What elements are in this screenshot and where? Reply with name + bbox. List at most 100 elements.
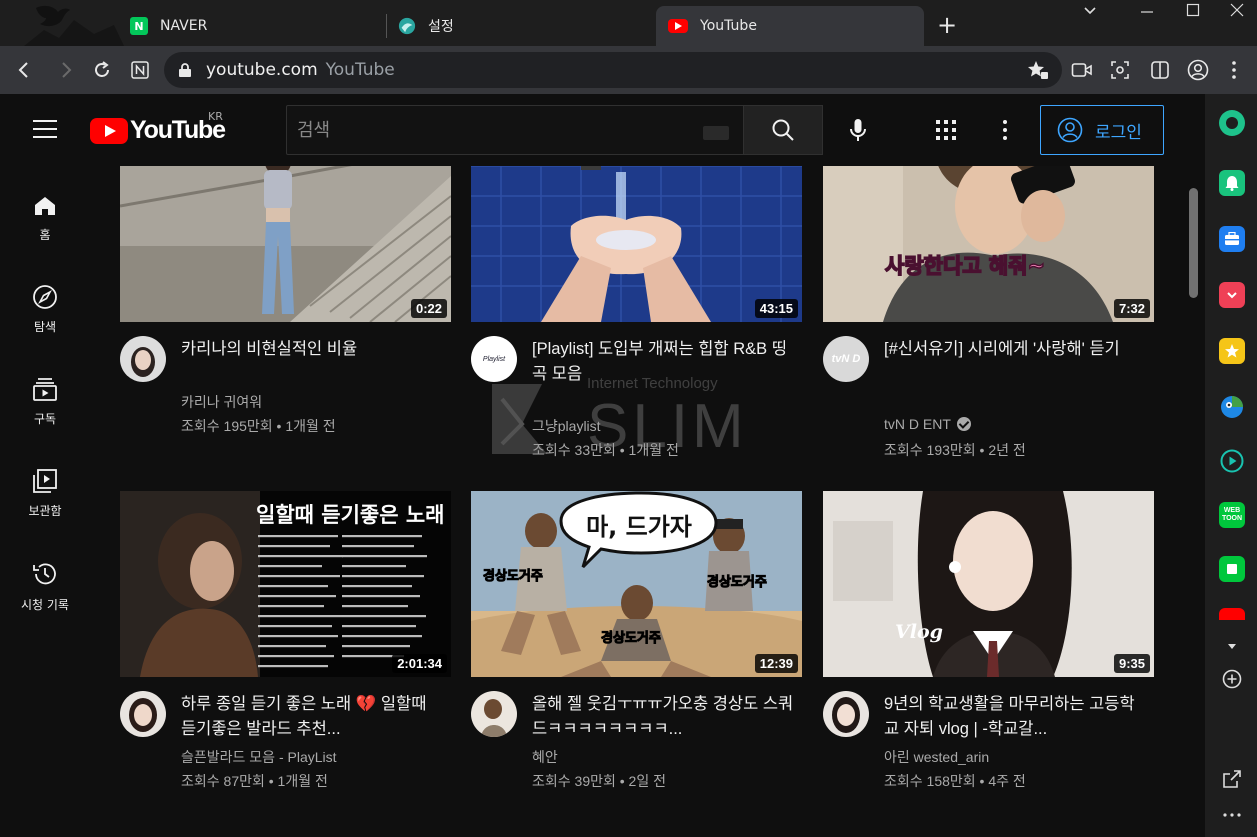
- menu-icon[interactable]: [33, 120, 57, 140]
- tab-settings[interactable]: 설정: [398, 6, 638, 46]
- tab-separator: [386, 14, 387, 38]
- channel-avatar[interactable]: [120, 336, 166, 382]
- video-title[interactable]: 9년의 학교생활을 마무리하는 고등학교 자퇴 vlog | -학교갈...: [884, 692, 1146, 742]
- video-thumbnail[interactable]: 마, 드가자 경상도거주 경상도거주 경상도거주 12:39: [471, 491, 802, 677]
- webtoon-icon[interactable]: WEB TOON: [1219, 502, 1245, 528]
- lock-icon: [179, 63, 191, 77]
- channel-name[interactable]: 그냥playlist: [532, 416, 601, 436]
- video-duration: 0:22: [410, 299, 447, 318]
- browser-tab-bar: N NAVER 설정 YouTube +: [0, 0, 1257, 46]
- side-panel-more-icon[interactable]: [1219, 802, 1245, 828]
- compass-icon: [33, 285, 57, 309]
- briefcase-icon[interactable]: [1219, 226, 1245, 252]
- bookmark-star-icon[interactable]: [1026, 58, 1050, 82]
- green-dot-icon[interactable]: [1219, 110, 1245, 136]
- screen-capture-icon[interactable]: [1108, 58, 1132, 82]
- country-code: KR: [208, 110, 223, 123]
- video-title[interactable]: 카리나의 비현실적인 비율: [181, 337, 443, 362]
- search-box: [286, 105, 744, 155]
- notification-bell-icon[interactable]: [1219, 170, 1245, 196]
- channel-name[interactable]: 슬픈발라드 모음 - PlayList: [181, 747, 337, 767]
- channel-avatar[interactable]: [471, 691, 517, 737]
- tab-label: YouTube: [700, 18, 757, 34]
- side-panel-icon[interactable]: [1148, 58, 1172, 82]
- avatar-text: tvN D: [831, 353, 861, 365]
- tab-youtube[interactable]: YouTube: [656, 6, 924, 46]
- tab-search-chevron-icon[interactable]: [1075, 2, 1105, 21]
- browser-menu-icon[interactable]: [1222, 58, 1246, 82]
- youtube-shortcut-icon[interactable]: [1219, 608, 1245, 620]
- new-tab-button[interactable]: +: [934, 12, 960, 38]
- tab-naver[interactable]: N NAVER: [130, 6, 360, 46]
- search-input[interactable]: [297, 119, 697, 141]
- video-title[interactable]: 하루 종일 듣기 좋은 노래 💔 일할때 듣기좋은 발라드 추천...: [181, 692, 443, 742]
- profile-icon[interactable]: [1186, 58, 1210, 82]
- sidebar-item-library[interactable]: 보관함: [0, 468, 90, 519]
- video-title[interactable]: [#신서유기] 시리에게 '사랑해' 듣기: [884, 337, 1146, 362]
- youtube-logo[interactable]: YouTube KR: [90, 110, 226, 145]
- keyboard-icon[interactable]: [703, 126, 729, 140]
- back-button[interactable]: [12, 58, 36, 82]
- papago-icon[interactable]: [1219, 394, 1245, 420]
- mini-guide: 홈 탐색 구독 보관함 시청 기록: [0, 166, 90, 837]
- thumbnail-image: [823, 491, 1154, 677]
- thumbnail-caption: 일할때 듣기좋은 노래: [256, 503, 445, 527]
- url-page-title: YouTube: [325, 60, 395, 80]
- video-thumbnail[interactable]: Vlog 9:35: [823, 491, 1154, 677]
- tab-label: NAVER: [160, 18, 208, 34]
- video-title[interactable]: [Playlist] 도입부 개쩌는 힙합 R&B 띵곡 모음: [532, 337, 794, 387]
- chevron-down-icon[interactable]: [1219, 634, 1245, 660]
- apps-grid-icon[interactable]: [934, 118, 958, 142]
- page-scrollbar[interactable]: [1183, 94, 1205, 837]
- naver-icon: N: [130, 17, 148, 35]
- video-meta: 조회수 195만회 • 1개월 전: [181, 418, 336, 434]
- video-title[interactable]: 올해 젤 웃김ㅜㅠㅠ가오충 경상도 스쿼드ㅋㅋㅋㅋㅋㅋㅋㅋ...: [532, 692, 794, 742]
- thumbnail-subcaption: 경상도거주: [707, 575, 768, 591]
- sidebar-item-history[interactable]: 시청 기록: [0, 560, 90, 613]
- scrollbar-thumb[interactable]: [1189, 188, 1198, 298]
- pocket-icon[interactable]: [1219, 282, 1245, 308]
- channel-name[interactable]: 아린 wested_arin: [884, 747, 989, 767]
- voice-search-icon[interactable]: [846, 118, 870, 142]
- sidebar-item-explore[interactable]: 탐색: [0, 284, 90, 335]
- sidebar-item-label: 시청 기록: [21, 598, 69, 612]
- thumbnail-caption: 사랑한다고 해줘~: [884, 253, 1046, 279]
- channel-name[interactable]: 혜안: [532, 747, 558, 767]
- naver-home-button[interactable]: [128, 58, 152, 82]
- naver-square-icon[interactable]: [1219, 556, 1245, 582]
- channel-name: tvN D ENT: [884, 416, 951, 432]
- thumbnail-caption: 마, 드가자: [586, 513, 692, 541]
- login-button[interactable]: 로그인: [1040, 105, 1164, 155]
- channel-avatar[interactable]: Playlist: [471, 336, 517, 382]
- video-meta: 조회수 158만회 • 4주 전: [884, 773, 1026, 789]
- channel-avatar[interactable]: [120, 691, 166, 737]
- home-icon: [35, 197, 55, 215]
- minimize-button[interactable]: [1132, 4, 1162, 23]
- youtube-tab-icon: [668, 19, 688, 33]
- favorites-star-icon[interactable]: [1219, 338, 1245, 364]
- search-button[interactable]: [743, 105, 823, 155]
- video-thumbnail[interactable]: 일할때 듣기좋은 노래 2:01:34: [120, 491, 451, 677]
- login-label: 로그인: [1095, 122, 1142, 143]
- address-bar[interactable]: youtube.com YouTube: [164, 52, 1062, 88]
- sidebar-item-subscriptions[interactable]: 구독: [0, 376, 90, 427]
- channel-name[interactable]: 카리나 귀여워: [181, 392, 262, 412]
- add-panel-icon[interactable]: [1219, 666, 1245, 692]
- channel-row[interactable]: tvN D ENT: [884, 416, 971, 432]
- close-window-button[interactable]: [1222, 2, 1252, 21]
- history-icon: [33, 563, 56, 585]
- sidebar-item-label: 구독: [33, 412, 57, 426]
- maximize-button[interactable]: [1178, 2, 1208, 21]
- video-call-icon[interactable]: [1070, 58, 1094, 82]
- sidebar-item-label: 홈: [39, 228, 51, 242]
- more-options-icon[interactable]: [993, 118, 1017, 142]
- sidebar-item-home[interactable]: 홈: [0, 194, 90, 243]
- library-icon: [33, 469, 57, 493]
- open-external-icon[interactable]: [1219, 766, 1245, 792]
- channel-avatar[interactable]: tvN D: [823, 336, 869, 382]
- play-circle-icon[interactable]: [1219, 448, 1245, 474]
- video-duration: 12:39: [754, 654, 798, 673]
- reload-button[interactable]: [90, 58, 114, 82]
- channel-avatar[interactable]: [823, 691, 869, 737]
- forward-button[interactable]: [54, 58, 78, 82]
